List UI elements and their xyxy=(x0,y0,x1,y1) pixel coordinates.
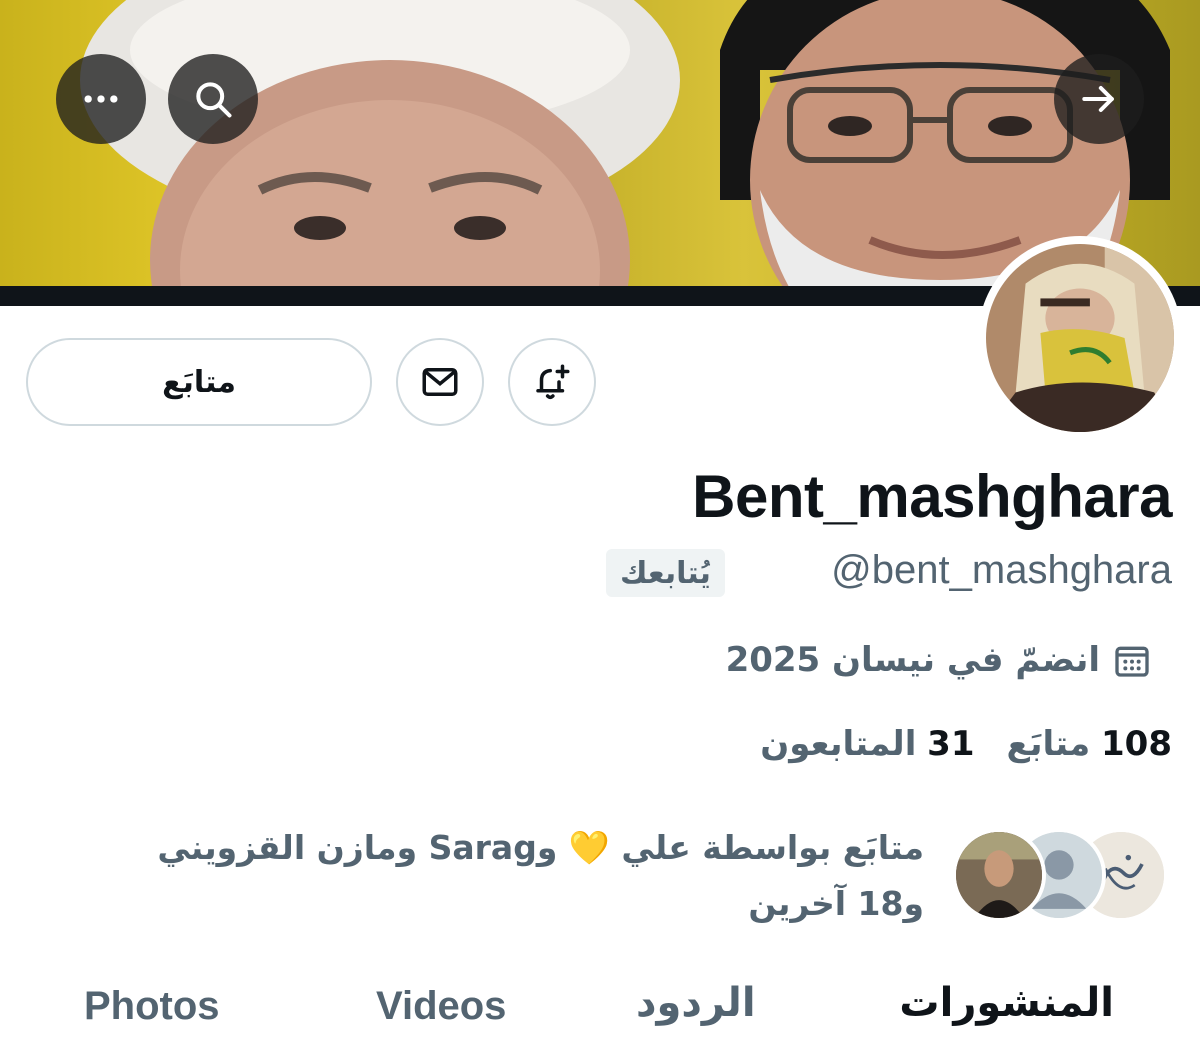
notifications-button[interactable] xyxy=(508,338,596,426)
following-label: متابَع xyxy=(1006,724,1091,764)
person-avatar-image xyxy=(956,832,1042,918)
calendar-icon xyxy=(1115,646,1149,677)
followers-stat[interactable]: 31 المتابعون xyxy=(760,724,974,764)
tab-posts[interactable]: المنشورات xyxy=(899,980,1114,1026)
profile-stats: 108 متابَع 31 المتابعون xyxy=(760,724,1172,764)
display-name: Bent_mashghara xyxy=(692,463,1172,530)
tab-videos[interactable]: Videos xyxy=(376,984,506,1029)
message-button[interactable] xyxy=(396,338,484,426)
tab-photos[interactable]: Photos xyxy=(84,984,220,1029)
tab-replies[interactable]: الردود xyxy=(636,980,756,1026)
avatar-image xyxy=(986,244,1174,432)
banner-portrait-left xyxy=(80,0,680,286)
profile-handle: @bent_mashghara xyxy=(831,548,1172,592)
following-button-label: متابَع xyxy=(162,364,236,400)
profile-avatar[interactable] xyxy=(978,236,1182,440)
profile-banner[interactable] xyxy=(0,0,1200,286)
mutual-avatar xyxy=(952,828,1046,922)
forward-button[interactable] xyxy=(1054,54,1144,144)
following-count: 108 xyxy=(1101,724,1172,764)
followers-count: 31 xyxy=(927,724,975,764)
search-icon xyxy=(196,82,232,118)
more-button[interactable] xyxy=(56,54,146,144)
mutual-followers-avatars[interactable] xyxy=(952,828,1172,922)
following-stat[interactable]: 108 متابَع xyxy=(1007,724,1173,764)
bell-plus-icon xyxy=(536,364,570,400)
search-button[interactable] xyxy=(168,54,258,144)
follows-you-badge: يُتابعك xyxy=(606,549,725,597)
joined-text: انضمّ في نيسان 2025 xyxy=(725,640,1100,680)
followed-by-text[interactable]: متابَع بواسطة علي 💛 وSarag ومازن القزوين… xyxy=(104,820,924,932)
joined-date: انضمّ في نيسان 2025 xyxy=(726,640,1152,680)
more-horizontal-icon xyxy=(84,95,118,103)
mail-icon xyxy=(422,368,458,396)
following-button[interactable]: متابَع xyxy=(26,338,372,426)
arrow-right-icon xyxy=(1082,85,1114,113)
followers-label: المتابعون xyxy=(760,724,917,764)
